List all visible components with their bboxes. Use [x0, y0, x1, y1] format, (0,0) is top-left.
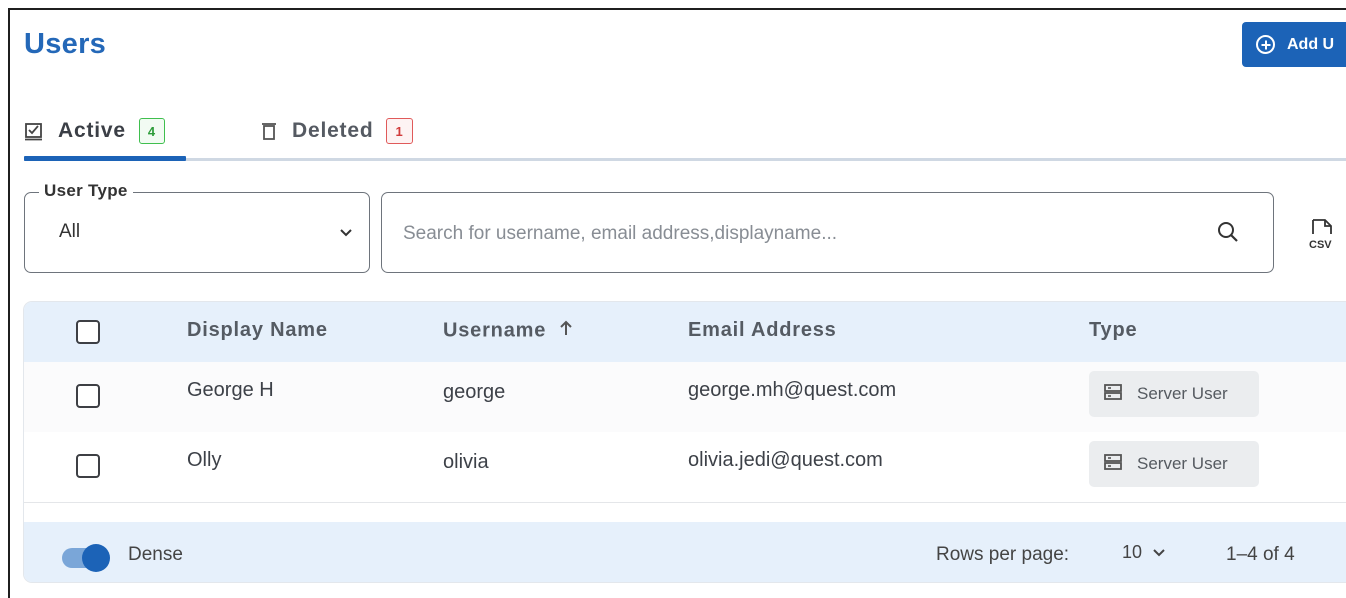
rows-per-page-select[interactable]: 10 [1122, 542, 1166, 563]
column-header-username-label: Username [443, 319, 547, 342]
deleted-count-badge: 1 [386, 118, 413, 144]
add-user-button-label: Add U [1287, 35, 1335, 53]
rows-per-page-label: Rows per page: [936, 544, 1070, 565]
dense-label: Dense [128, 544, 183, 565]
user-type-select[interactable]: User Type All [24, 181, 370, 273]
user-tabs: Active 4 Deleted 1 [24, 104, 1346, 162]
tabs-divider [24, 158, 1346, 161]
server-icon [1103, 453, 1123, 476]
cell-email: george.mh@quest.com [688, 379, 897, 401]
search-icon[interactable] [1216, 220, 1240, 249]
table-row[interactable]: George H george george.mh@quest.com Serv… [24, 362, 1346, 433]
table-row[interactable]: Olly olivia olivia.jedi@quest.com Server… [24, 432, 1346, 503]
active-tab-indicator [24, 156, 186, 161]
type-chip: Server User [1089, 371, 1259, 417]
trash-icon [260, 121, 278, 141]
server-icon [1103, 383, 1123, 406]
cell-email: olivia.jedi@quest.com [688, 449, 883, 471]
search-field [381, 192, 1274, 273]
tab-deleted-label: Deleted [292, 119, 374, 142]
type-chip-label: Server User [1137, 384, 1228, 403]
type-chip-label: Server User [1137, 454, 1228, 473]
user-type-value: All [59, 221, 81, 242]
row-checkbox[interactable] [76, 384, 100, 408]
active-count-badge: 4 [138, 118, 165, 144]
cell-username: george [443, 381, 506, 403]
dense-toggle[interactable] [60, 542, 114, 572]
cell-username: olivia [443, 451, 489, 473]
rows-per-page-value: 10 [1122, 542, 1143, 562]
table-footer: Dense Rows per page: 10 1–4 of 4 [24, 522, 1346, 582]
tab-active-label: Active [58, 119, 126, 142]
checkbox-square-icon [24, 121, 44, 141]
tab-active[interactable]: Active 4 [24, 104, 165, 158]
cell-display-name: George H [187, 379, 274, 401]
users-table: Display Name Username Email Address Type… [24, 302, 1346, 582]
select-all-checkbox[interactable] [76, 320, 100, 344]
row-checkbox[interactable] [76, 454, 100, 478]
table-header: Display Name Username Email Address Type [24, 302, 1346, 362]
plus-circle-icon [1256, 35, 1275, 54]
column-header-username[interactable]: Username [443, 319, 574, 343]
arrow-up-icon [558, 319, 574, 343]
type-chip: Server User [1089, 441, 1259, 487]
column-header-email[interactable]: Email Address [688, 319, 837, 342]
add-user-button[interactable]: Add U [1242, 22, 1346, 67]
page-title: Users [24, 28, 107, 60]
cell-display-name: Olly [187, 449, 222, 471]
column-header-display-name[interactable]: Display Name [187, 319, 328, 342]
chevron-down-icon [1152, 542, 1166, 563]
pagination-range: 1–4 of 4 [1226, 544, 1295, 565]
search-input[interactable] [401, 217, 1185, 251]
chevron-down-icon [339, 225, 353, 243]
column-header-type[interactable]: Type [1089, 319, 1137, 342]
user-type-label: User Type [39, 181, 133, 201]
csv-file-icon[interactable]: CSV [1307, 218, 1341, 257]
tab-deleted[interactable]: Deleted 1 [260, 104, 413, 158]
svg-text:CSV: CSV [1309, 239, 1332, 251]
toggle-knob [82, 544, 110, 572]
